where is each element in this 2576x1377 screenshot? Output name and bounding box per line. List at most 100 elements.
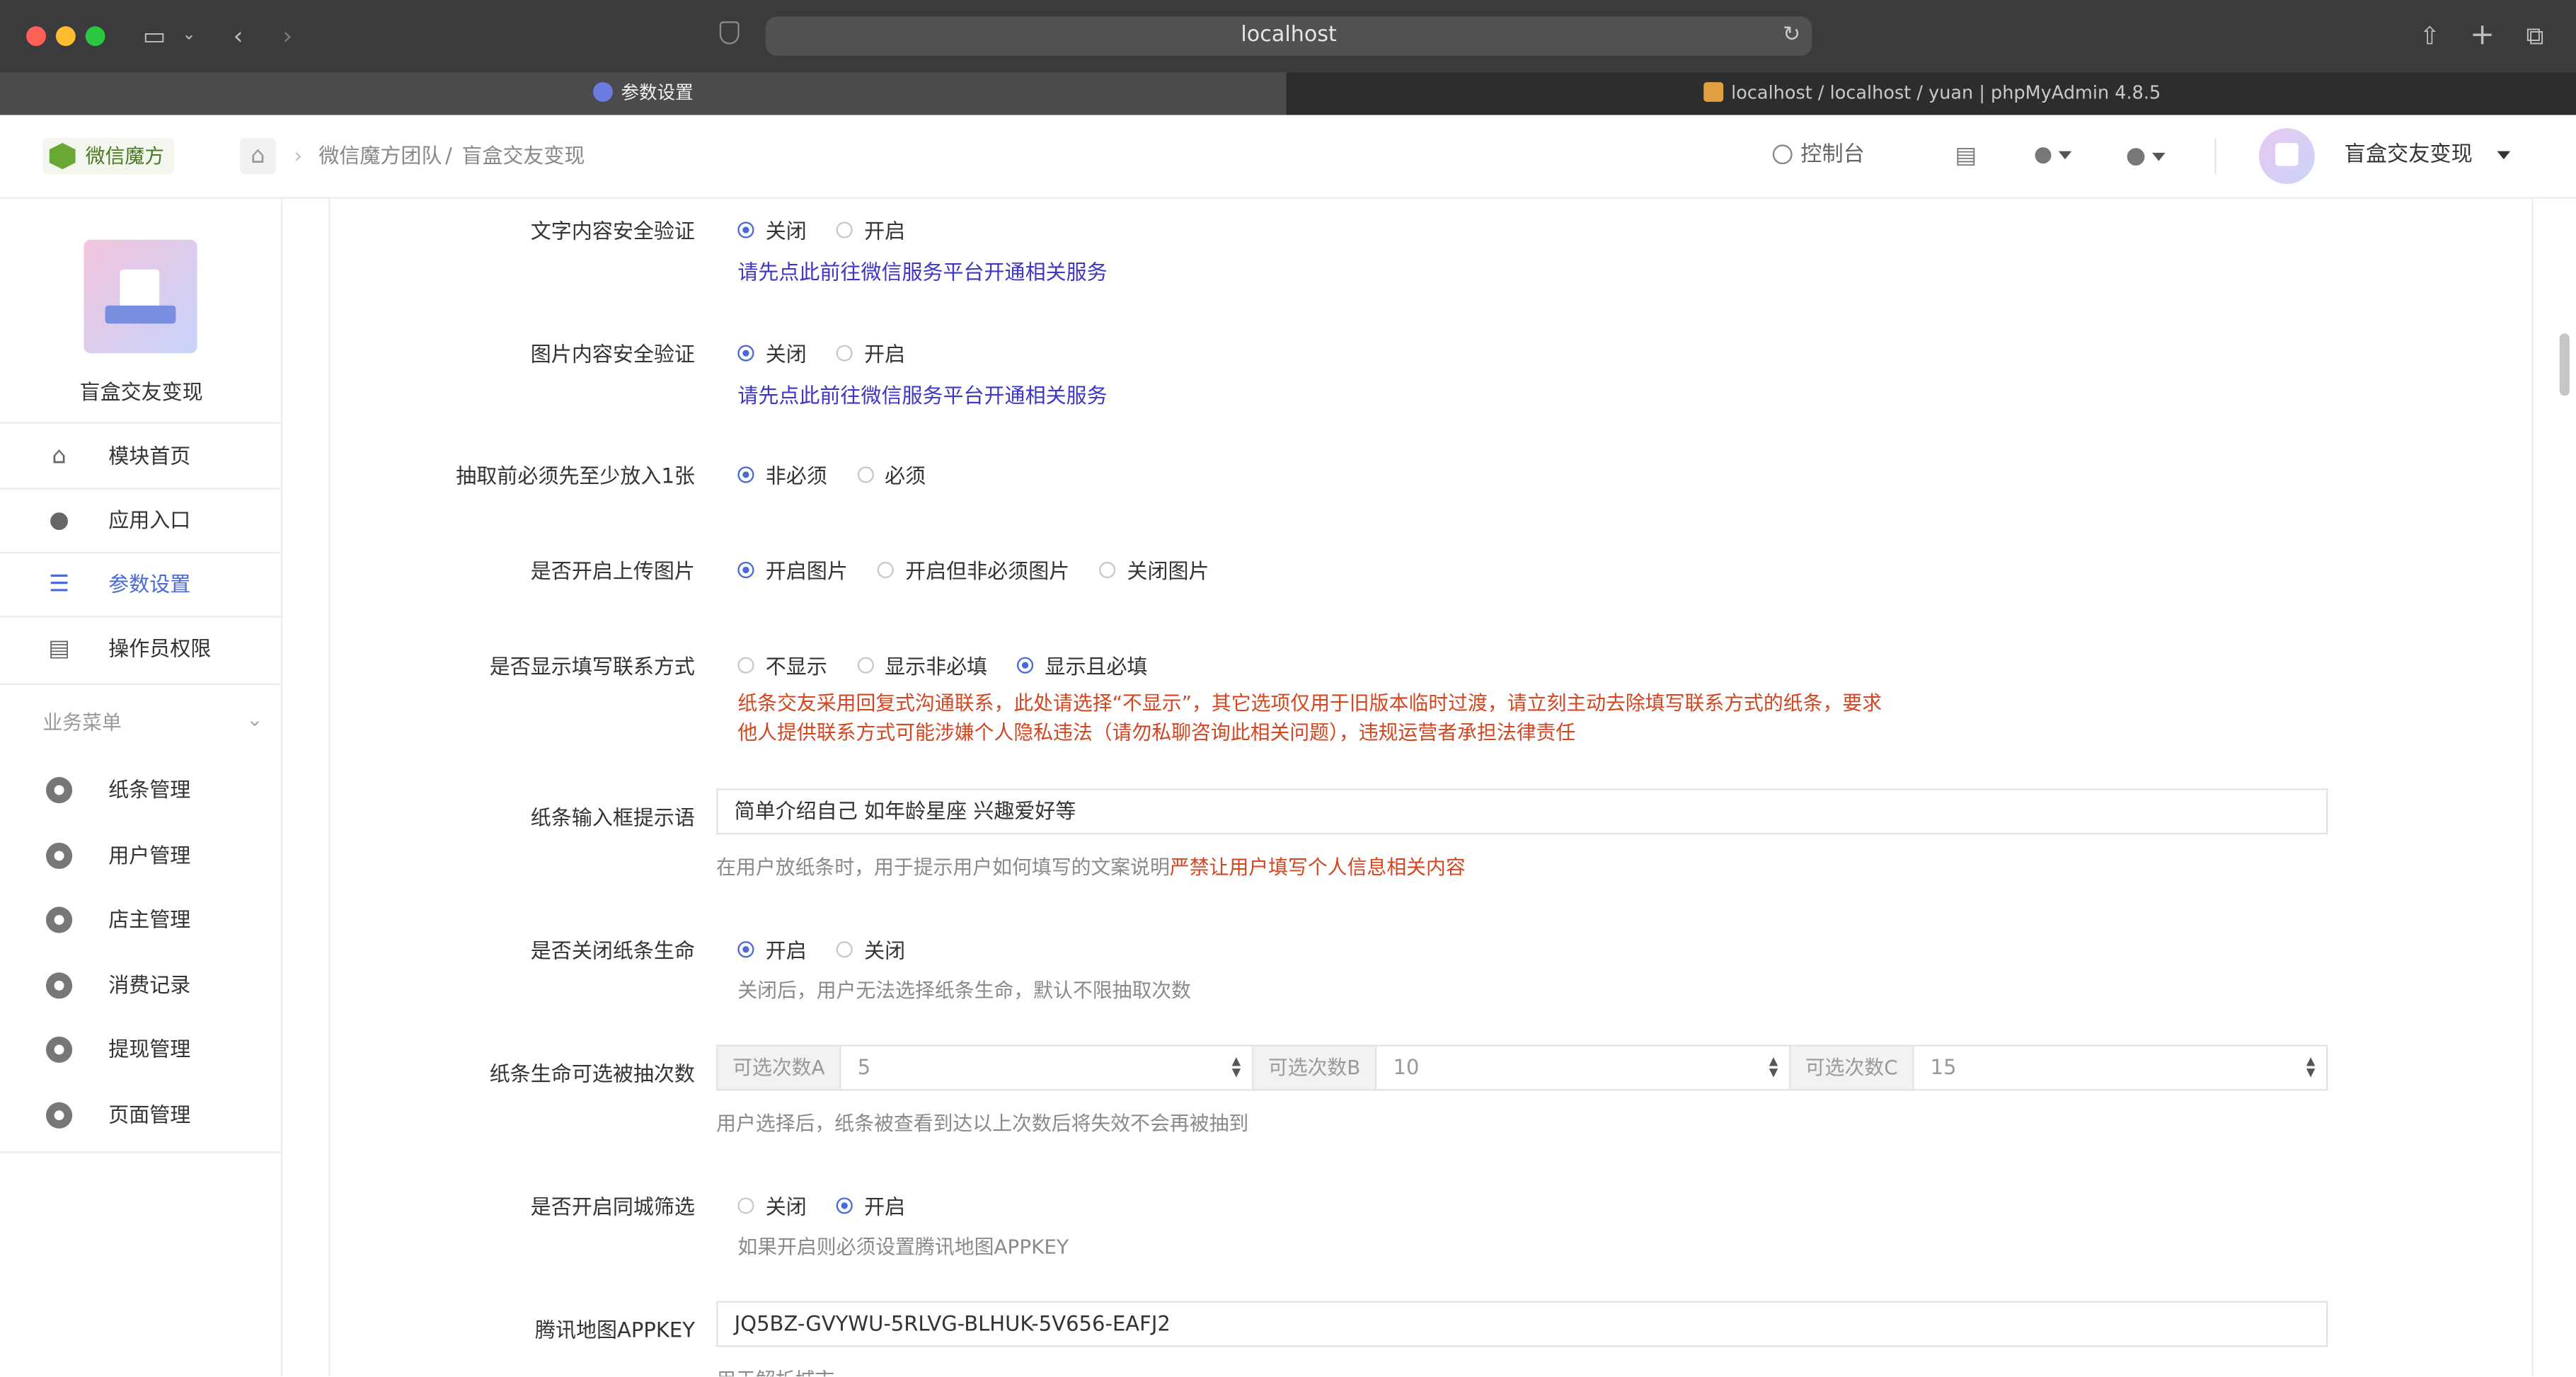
sidebar-item-users[interactable]: 用户管理 [0,824,282,887]
back-icon[interactable]: ‹ [224,0,253,72]
chevron-down-icon[interactable]: ⌄ [246,708,263,732]
gear-icon [46,1036,73,1063]
tab-bar: 参数设置 localhost / localhost / yuan | phpM… [0,72,2576,115]
favicon-icon [593,82,613,102]
image-check-label: 图片内容安全验证 [530,341,695,367]
life-counts-help: 用户选择后，纸条被查看到达以上次数后将失效不会再被抽到 [716,1112,1249,1136]
count-b-input[interactable]: 10 ▲ ▼ [1376,1044,1790,1091]
sidebar-item-shop-owners[interactable]: 店主管理 [0,889,282,951]
placeholder-tip-label: 纸条输入框提示语 [530,805,695,830]
user-menu[interactable]: ● [2126,115,2166,199]
store-icon[interactable]: ▤ [1955,115,1977,197]
city-filter-label: 是否开启同城筛选 [530,1194,695,1219]
sidebar-item-operator-permissions[interactable]: ▤ 操作员权限 [0,618,282,680]
image-check-option-on[interactable]: 开启 [836,337,905,368]
city-filter-option-on[interactable]: 开启 [836,1189,905,1221]
breadcrumb-team[interactable]: 微信魔方团队 [318,115,442,197]
zoom-window-button[interactable] [85,26,105,47]
image-check-service-link[interactable]: 请先点此前往微信服务平台开通相关服务 [737,378,1107,409]
text-check-option-off[interactable]: 关闭 [737,214,807,245]
sidebar-item-consumption[interactable]: 消费记录 [0,955,282,1017]
life-toggle-option-off[interactable]: 关闭 [836,933,905,964]
gear-icon [46,906,73,933]
avatar[interactable] [2258,128,2315,185]
notification-menu[interactable]: ● [2033,115,2073,197]
breadcrumb-app[interactable]: 盲盒交友变现 [461,115,585,197]
console-link[interactable]: 控制台 [1772,115,1865,197]
document-icon: ▤ [48,635,70,662]
image-check-radios: 关闭 开启 [737,337,928,368]
city-filter-option-off[interactable]: 关闭 [737,1189,807,1221]
tab-overview-icon[interactable]: ⧉ [2520,0,2550,72]
sidebar-item-pages[interactable]: 页面管理 [0,1084,282,1146]
upload-image-option-off[interactable]: 关闭图片 [1099,553,1209,584]
address-bar[interactable]: localhost ↻ [765,16,1812,56]
draw-require-label: 抽取前必须先至少放入1张 [456,463,695,488]
draw-require-radios: 非必须 必须 [737,459,948,490]
city-filter-help: 如果开启则必须设置腾讯地图APPKEY [737,1235,1069,1259]
privacy-shield-icon[interactable] [719,21,740,45]
count-c-input[interactable]: 15 ▲ ▼ [1914,1044,2328,1091]
sidebar-item-app-entry[interactable]: ● 应用入口 [0,490,282,552]
divider [0,683,283,686]
image-check-option-off[interactable]: 关闭 [737,337,807,368]
tab-settings[interactable]: 参数设置 [0,72,1287,115]
home-icon[interactable]: ⌂ [239,138,277,175]
contact-option-required[interactable]: 显示且必填 [1016,649,1148,680]
list-icon: ☰ [48,571,70,599]
upload-image-option-optional[interactable]: 开启但非必须图片 [877,553,1069,584]
upload-image-label: 是否开启上传图片 [530,558,695,584]
map-key-label: 腾讯地图APPKEY [534,1317,695,1342]
chevron-right-icon: › [294,142,303,168]
chevron-down-icon[interactable]: ⌄ [178,0,201,72]
settings-form: 文字内容安全验证 关闭 开启 请先点此前往微信服务平台开通相关服务 图片内容安全… [328,198,2534,1377]
life-toggle-option-on[interactable]: 开启 [737,933,807,964]
forward-icon[interactable]: › [272,0,302,72]
close-window-button[interactable] [26,26,47,47]
placeholder-tip-input[interactable]: 简单介绍自己 如年龄星座 兴趣爱好等 [716,788,2328,835]
section-title: 业务菜单 [42,711,122,734]
share-icon[interactable]: ⇧ [2415,0,2445,72]
text-check-service-link[interactable]: 请先点此前往微信服务平台开通相关服务 [737,255,1107,286]
tab-phpmyadmin[interactable]: localhost / localhost / yuan | phpMyAdmi… [1288,72,2576,115]
sidebar-item-module-home[interactable]: ⌂ 模块首页 [0,425,282,488]
stepper-icon[interactable]: ▲ ▼ [1768,1056,1779,1080]
contact-warning: 纸条交友采用回复式沟通联系，此处请选择“不显示”，其它选项仅用于旧版本临时过渡，… [737,691,1882,744]
sidebar-item-notes[interactable]: 纸条管理 [0,759,282,822]
map-key-help: 用于解析城市 [716,1365,834,1377]
dashboard-icon [1772,144,1793,165]
bell-icon: ● [2033,142,2053,168]
app-cover-image [84,239,197,354]
draw-require-option-required[interactable]: 必须 [856,459,926,490]
contact-option-hide[interactable]: 不显示 [737,649,827,680]
count-a-addon: 可选次数A [716,1044,841,1091]
phpmyadmin-favicon-icon [1703,82,1723,102]
box-icon [105,305,176,324]
sidebar-item-withdrawals[interactable]: 提现管理 [0,1018,282,1081]
life-toggle-label: 是否关闭纸条生命 [530,938,695,963]
upload-image-option-on[interactable]: 开启图片 [737,553,848,584]
brand-logo[interactable]: 微信魔方 [42,138,175,175]
contact-option-optional[interactable]: 显示非必填 [856,649,987,680]
account-name[interactable]: 盲盒交友变现 [2345,115,2473,197]
stepper-icon[interactable]: ▲ ▼ [2305,1056,2316,1080]
gear-icon [46,972,73,999]
sidebar: 盲盒交友变现 ⌂ 模块首页 ● 应用入口 ☰ 参数设置 ▤ 操作员权限 业务菜单… [0,198,283,1377]
sidebar-item-settings[interactable]: ☰ 参数设置 [0,553,282,616]
account-dropdown[interactable] [2490,115,2511,197]
sidebar-toggle-icon[interactable]: ▭ [138,0,171,72]
text-check-option-on[interactable]: 开启 [836,214,905,245]
text-check-radios: 关闭 开启 [737,214,928,245]
home-icon: ⌂ [52,443,67,470]
count-a-input[interactable]: 5 ▲ ▼ [841,1044,1252,1091]
page-scrollbar[interactable] [2559,333,2570,396]
draw-require-option-optional[interactable]: 非必须 [737,459,827,490]
minimize-window-button[interactable] [55,26,76,47]
reload-icon[interactable]: ↻ [1783,16,1800,56]
stepper-icon[interactable]: ▲ ▼ [1231,1056,1242,1080]
caret-down-icon [2497,151,2511,160]
map-key-input[interactable]: JQ5BZ-GVYWU-5RLVG-BLHUK-5V656-EAFJ2 [716,1301,2328,1347]
city-filter-radios: 关闭 开启 [737,1189,928,1221]
new-tab-icon[interactable]: + [2468,0,2497,72]
gear-icon [46,842,73,870]
